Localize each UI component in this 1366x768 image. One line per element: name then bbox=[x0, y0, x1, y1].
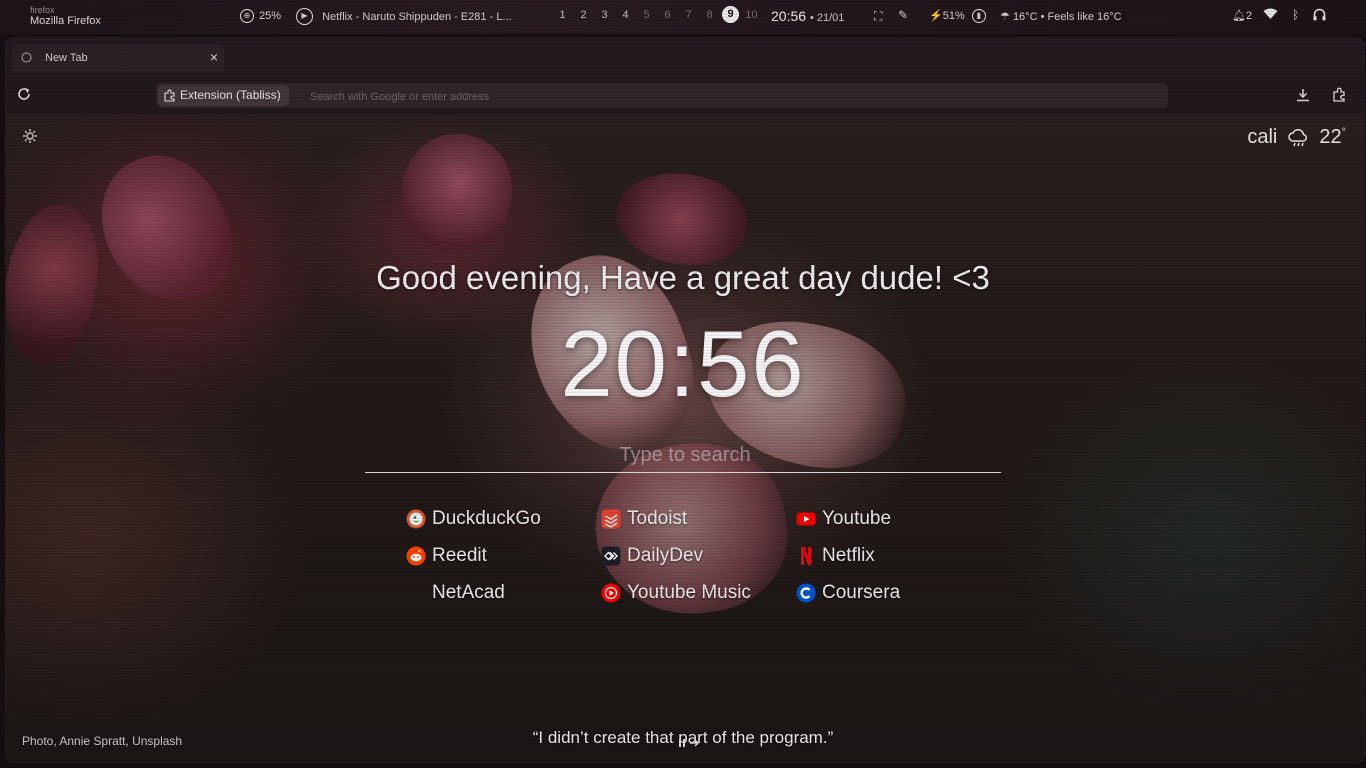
tab-close-icon[interactable]: × bbox=[210, 49, 218, 65]
play-icon: ▶ bbox=[296, 8, 313, 25]
temperature-unit: ° bbox=[1341, 126, 1346, 139]
weather-location: cali bbox=[1247, 126, 1278, 148]
media-player-widget[interactable]: ▶ Netflix - Naruto Shippuden - E281 - L.… bbox=[296, 8, 512, 25]
link-label: Todoist bbox=[627, 507, 688, 529]
workspace-10[interactable]: 10 bbox=[741, 9, 762, 23]
workspace-4[interactable]: 4 bbox=[615, 9, 636, 23]
download-icon[interactable] bbox=[1295, 87, 1311, 103]
workspace-8[interactable]: 8 bbox=[699, 9, 720, 23]
next-arrow-icon bbox=[690, 739, 699, 747]
charging-icon: ⚡ bbox=[929, 10, 943, 22]
tab-new-tab[interactable]: New Tab × bbox=[12, 44, 224, 72]
coursera-icon bbox=[796, 583, 816, 602]
weather-temperature: 22° bbox=[1319, 126, 1346, 149]
system-time: 20:56 bbox=[771, 8, 807, 24]
background-flower-bud bbox=[612, 168, 750, 270]
workspace-1[interactable]: 1 bbox=[552, 9, 573, 23]
todoist-icon bbox=[601, 509, 621, 528]
link-label: Youtube Music bbox=[627, 581, 751, 603]
tab-strip: New Tab × bbox=[6, 38, 1364, 74]
bluetooth-icon[interactable]: ᛒ bbox=[1292, 8, 1299, 22]
link-netflix[interactable]: Netflix bbox=[796, 543, 966, 568]
netflix-icon bbox=[801, 546, 811, 565]
media-title: Netflix - Naruto Shippuden - E281 - L... bbox=[322, 11, 512, 24]
link-duckduckgo[interactable]: DuckduckGo bbox=[406, 506, 601, 531]
window-name: Mozilla Firefox bbox=[30, 15, 101, 27]
tabliss-new-tab-page: cali 22° Good evening, Have a great day … bbox=[6, 114, 1364, 762]
cloud-drizzle-icon bbox=[1288, 128, 1308, 146]
tab-title: New Tab bbox=[45, 52, 88, 64]
wifi-icon[interactable] bbox=[1263, 8, 1278, 23]
photo-credit[interactable]: Photo, Annie Spratt, Unsplash bbox=[22, 734, 182, 748]
search-input[interactable] bbox=[365, 438, 1005, 472]
link-label: DailyDev bbox=[627, 544, 704, 566]
puzzle-icon bbox=[164, 89, 175, 102]
greeting-message: Good evening, Have a great day dude! <3 bbox=[376, 259, 990, 296]
workspace-7[interactable]: 7 bbox=[678, 9, 699, 23]
workspace-9-active[interactable]: 9 bbox=[722, 6, 739, 23]
youtube-music-icon bbox=[601, 583, 621, 602]
link-dailydev[interactable]: DailyDev bbox=[601, 543, 796, 568]
weather-widget[interactable]: cali 22° bbox=[1247, 126, 1346, 149]
duckduckgo-icon bbox=[406, 509, 426, 528]
system-clock[interactable]: 20:56 • 21/01 bbox=[771, 8, 844, 24]
color-picker-icon[interactable]: ✎ bbox=[898, 8, 908, 22]
search-box bbox=[365, 438, 1005, 473]
cpu-indicator[interactable]: ⊕ 25% bbox=[240, 9, 281, 23]
weather-text: 16°C • Feels like 16°C bbox=[1012, 11, 1122, 23]
navigation-bar: Extension (Tabliss) bbox=[6, 74, 1364, 114]
notifications-indicator[interactable]: 🔔︎2 bbox=[1232, 9, 1252, 22]
workspace-5[interactable]: 5 bbox=[636, 9, 657, 23]
quick-links: DuckduckGo Todoist Youtube Reedit DailyD… bbox=[406, 506, 966, 605]
cpu-icon: ⊕ bbox=[240, 9, 254, 23]
link-label: DuckduckGo bbox=[432, 507, 541, 529]
workspace-switcher: 1 2 3 4 5 6 7 8 9 10 bbox=[552, 6, 762, 23]
firefox-window: New Tab × Extension (Tabliss) Search wit… bbox=[6, 38, 1364, 762]
reddit-icon bbox=[406, 546, 426, 565]
notification-count: 2 bbox=[1245, 10, 1253, 22]
link-netacad[interactable]: NetAcad bbox=[406, 580, 601, 605]
link-youtube-music[interactable]: Youtube Music bbox=[601, 580, 796, 605]
background-flower-2 bbox=[387, 121, 525, 267]
active-window-info: firefox Mozilla Firefox bbox=[30, 5, 101, 27]
main-clock: 20:56 bbox=[560, 311, 806, 416]
youtube-icon bbox=[796, 512, 816, 525]
dailydev-icon bbox=[601, 546, 621, 565]
settings-gear-icon[interactable] bbox=[22, 128, 38, 144]
link-todoist[interactable]: Todoist bbox=[601, 506, 796, 531]
link-label: Netflix bbox=[822, 544, 875, 566]
link-youtube[interactable]: Youtube bbox=[796, 506, 966, 531]
temperature-value: 22 bbox=[1319, 126, 1342, 148]
address-input[interactable] bbox=[308, 86, 1152, 107]
screenshot-icon[interactable]: ⛶ bbox=[874, 9, 882, 24]
cpu-value: 25% bbox=[259, 9, 282, 22]
url-bar[interactable]: Extension (Tabliss) bbox=[156, 83, 1168, 108]
workspace-6[interactable]: 6 bbox=[657, 9, 678, 23]
headphones-icon[interactable] bbox=[1313, 8, 1326, 24]
pause-icon bbox=[679, 739, 681, 747]
link-label: NetAcad bbox=[432, 581, 505, 603]
link-reddit[interactable]: Reedit bbox=[406, 543, 601, 568]
link-label: Coursera bbox=[822, 581, 901, 603]
reload-icon[interactable] bbox=[16, 86, 32, 102]
extension-chip-label: Extension (Tabliss) bbox=[180, 88, 281, 102]
cloud-rain-icon: ☂ bbox=[1000, 11, 1010, 23]
system-top-bar: firefox Mozilla Firefox ⊕ 25% ▶ Netflix … bbox=[0, 0, 1366, 34]
workspace-3[interactable]: 3 bbox=[594, 9, 615, 23]
system-date: • 21/01 bbox=[809, 12, 845, 24]
background-controls[interactable] bbox=[678, 737, 702, 749]
extension-identity-chip[interactable]: Extension (Tabliss) bbox=[158, 85, 289, 106]
bell-icon: 🔔︎ bbox=[1232, 10, 1246, 22]
battery-indicator[interactable]: ⚡51% ▮ bbox=[929, 9, 986, 24]
firefox-tab-icon bbox=[21, 52, 32, 63]
workspace-2[interactable]: 2 bbox=[573, 9, 594, 23]
extensions-icon[interactable] bbox=[1332, 87, 1348, 103]
power-profile-icon: ▮ bbox=[971, 9, 986, 24]
link-label: Youtube bbox=[822, 507, 892, 529]
link-label: Reedit bbox=[432, 544, 487, 566]
link-coursera[interactable]: Coursera bbox=[796, 580, 966, 605]
battery-value: 51% bbox=[942, 10, 965, 22]
weather-indicator[interactable]: ☂ 16°C • Feels like 16°C bbox=[1000, 10, 1122, 23]
netacad-icon-placeholder bbox=[406, 583, 426, 603]
